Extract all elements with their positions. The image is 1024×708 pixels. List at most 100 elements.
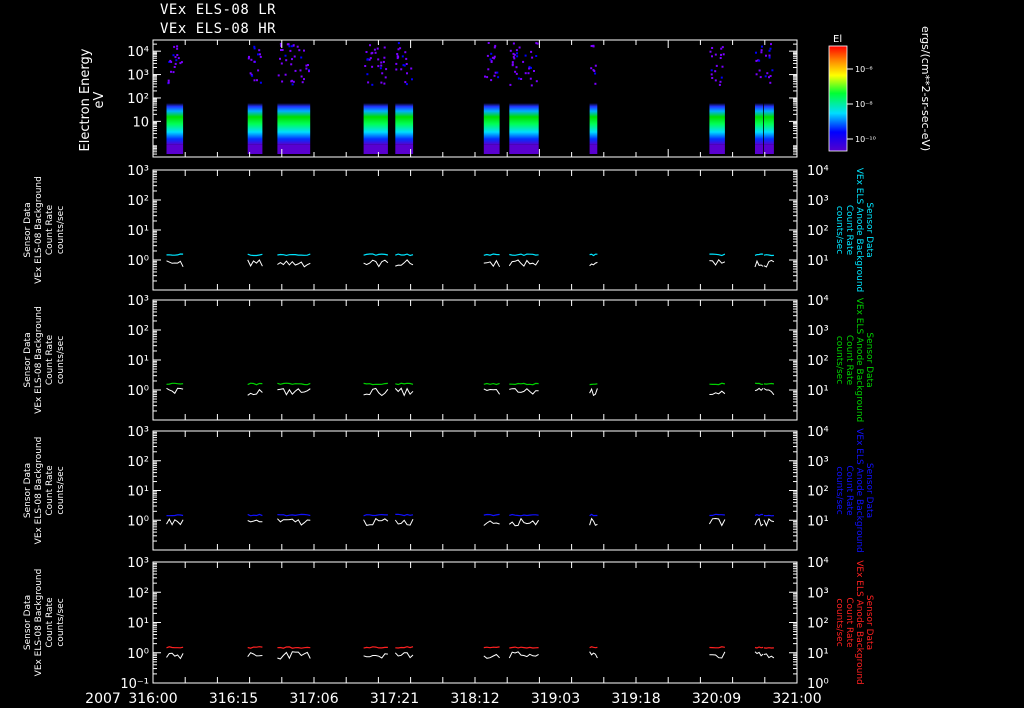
series-white-trace [763, 259, 775, 268]
spectrogram-speck [527, 72, 530, 75]
series-red-trace [754, 646, 764, 649]
series-white-trace [166, 652, 184, 660]
series-white-trace [589, 517, 598, 526]
colorbar-unit-label: ergs/(cm**2-sr-sec-eV) [919, 26, 932, 151]
spectrogram-speck [769, 81, 772, 84]
right-y-tick-label: 10¹ [807, 514, 829, 529]
series-green-trace [509, 382, 539, 386]
spectrogram-speck [174, 56, 177, 59]
series-green-trace [763, 382, 774, 385]
panel-right-label-line: Count Rate [844, 335, 854, 386]
spectrogram-speck [259, 81, 262, 84]
spectrogram-speck [535, 42, 538, 45]
spectrogram-lowband-10 [763, 144, 774, 154]
series-white-trace [483, 259, 501, 268]
panel-frame-3 [152, 430, 798, 551]
spectrogram-y-tick-label: 10³ [127, 69, 149, 84]
left-y-tick-label: 10³ [127, 294, 149, 309]
spectrogram-speck [768, 49, 771, 52]
spectrogram-speck [522, 60, 525, 63]
spectrogram-speck [253, 60, 256, 63]
spectrogram-speck [719, 80, 722, 83]
spectrogram-speck [291, 58, 293, 61]
spectrogram-speck [768, 56, 771, 59]
panel-frame-2 [152, 299, 798, 421]
spectrogram-speck [405, 63, 408, 65]
colorbar-tick-label: 10⁻⁶ [855, 65, 873, 74]
spectrogram-block-7 [589, 86, 598, 145]
panel-ylabel-line: Count Rate [45, 465, 55, 516]
panel-right-label-line: Sensor Data [864, 595, 874, 650]
spectrogram-block-0 [166, 86, 184, 145]
spectrogram-speck [380, 81, 383, 84]
series-red-trace [277, 646, 311, 649]
series-blue-trace [709, 513, 725, 517]
panel-ylabel-line: counts/sec [56, 336, 66, 384]
spectrogram-speck [760, 51, 763, 54]
x-tick-label: 318:12 [450, 691, 499, 707]
series-red-trace [363, 646, 388, 649]
series-white-trace [394, 387, 414, 397]
spectrogram-speck [371, 83, 374, 86]
series-white-trace [709, 258, 726, 266]
spectrogram-speck [720, 53, 722, 56]
spectrogram-speck [497, 76, 500, 79]
series-blue-trace [277, 513, 311, 517]
spectrogram-speck [396, 53, 399, 55]
spectrogram-speck [593, 70, 596, 72]
spectrogram-y-tick-label: 10 [132, 115, 149, 130]
panel-right-label-line: counts/sec [834, 598, 844, 646]
spectrogram-speck [496, 71, 499, 74]
series-white-trace [166, 518, 184, 526]
x-tick-label: 317:21 [370, 691, 419, 707]
spectrogram-speck [170, 70, 172, 73]
right-y-tick-label: 10¹ [807, 647, 829, 662]
spectrogram-speck [364, 65, 367, 67]
spectrogram-speck [484, 75, 486, 78]
spectrogram-speck [288, 45, 291, 48]
spectrogram-speck [383, 46, 386, 49]
colorbar-tick-label: 10⁻⁸ [855, 100, 873, 109]
left-y-tick-label: 10¹ [127, 354, 149, 369]
series-green-trace [483, 382, 500, 386]
spectrogram-speck [765, 54, 767, 57]
spectrogram-speck [374, 51, 377, 54]
spectrogram-y-tick-label: 10² [127, 92, 149, 107]
series-white-trace [483, 388, 501, 395]
spectrogram-speck [257, 69, 260, 72]
spectrogram-speck [277, 74, 280, 77]
spectrogram-speck [594, 64, 597, 67]
colorbar-tick-label: 10⁻¹⁰ [855, 135, 876, 144]
spectrogram-speck [769, 47, 772, 50]
spectrogram-speck [402, 64, 405, 67]
spectrogram-ylabel-unit: eV [92, 91, 107, 108]
spectrogram-speck [175, 59, 178, 62]
panel-ylabel-line: Count Rate [45, 597, 55, 648]
spectrogram-speck [303, 78, 305, 81]
series-white-trace [247, 652, 263, 657]
panel-ylabel-line: counts/sec [56, 206, 66, 254]
left-y-tick-label: 10² [127, 194, 149, 209]
x-tick-label: 321:00 [772, 691, 821, 707]
spectrogram-speck [301, 81, 304, 84]
spectrogram-speck [400, 68, 403, 71]
left-y-tick-label: 10³ [127, 425, 149, 440]
right-y-tick-label: 10² [807, 224, 829, 239]
series-red-trace [509, 646, 539, 649]
series-green-trace [754, 382, 764, 385]
panel-ylabel-line: VEx ELS-08 Background [34, 176, 44, 284]
spectrogram-speck [367, 81, 370, 84]
spectrogram-speck [369, 44, 371, 47]
x-tick-label: 319:18 [611, 691, 660, 707]
series-white-trace [709, 651, 726, 659]
spectrogram-lowband-6 [509, 144, 539, 154]
spectrogram-speck [720, 47, 723, 50]
spectrogram-speck [384, 76, 387, 79]
spectrogram-speck [513, 53, 516, 56]
left-y-tick-label: 10⁰ [127, 254, 149, 269]
spectrogram-speck [176, 54, 179, 56]
spectrogram-speck [247, 57, 250, 60]
spectrogram-speck [710, 73, 713, 76]
spectrogram-speck [714, 53, 717, 56]
spectrogram-speck [535, 80, 538, 83]
